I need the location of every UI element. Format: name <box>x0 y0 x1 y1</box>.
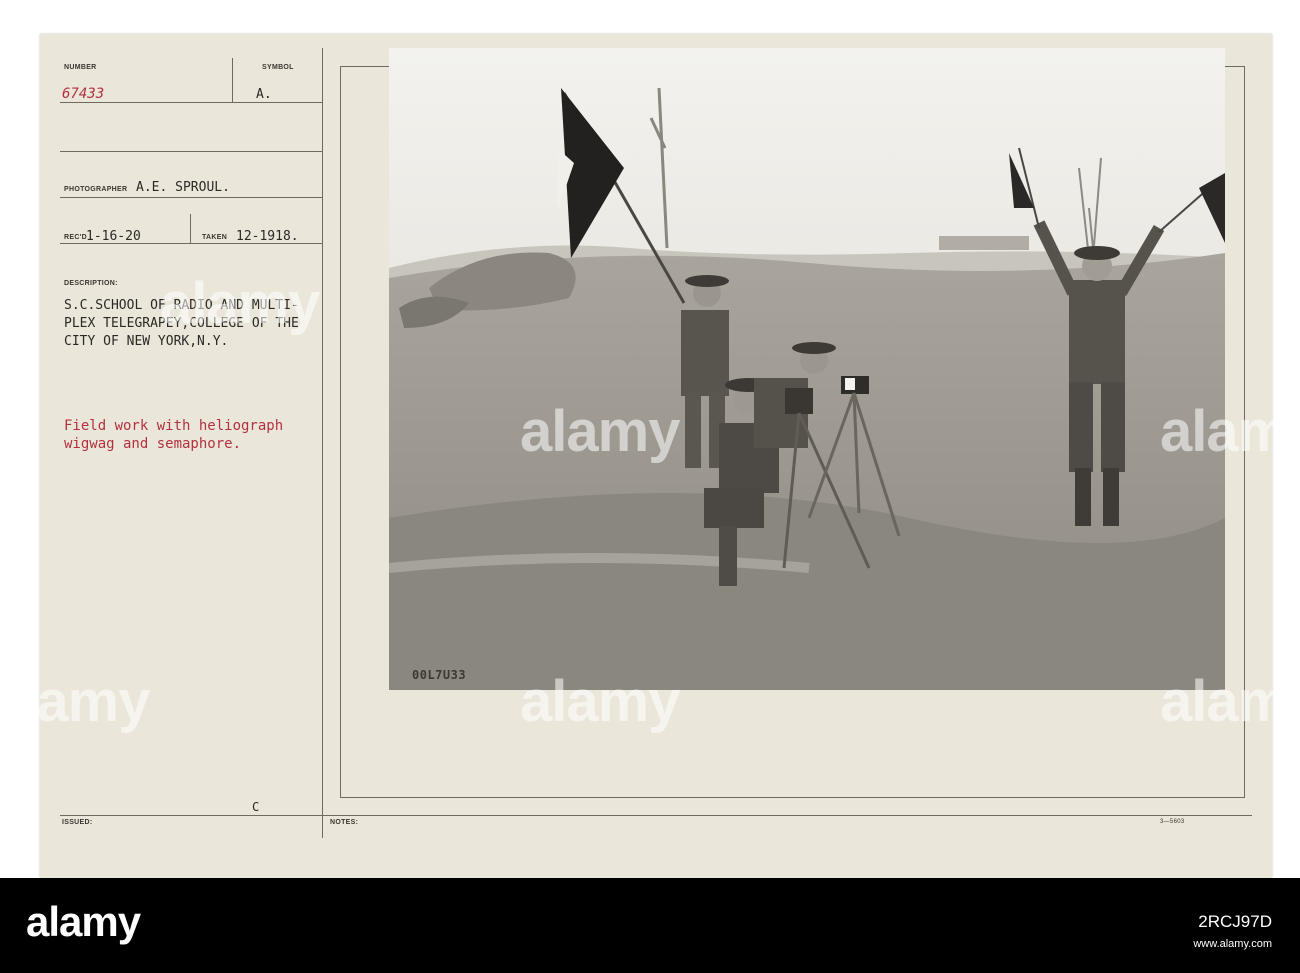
form-rule <box>340 66 390 67</box>
photographer-value: A.E. SPROUL. <box>136 180 230 195</box>
taken-value: 12-1918. <box>236 229 299 244</box>
site-url[interactable]: www.alamy.com <box>1193 938 1272 950</box>
symbol-label: SYMBOL <box>262 64 294 71</box>
form-rule <box>1224 66 1244 67</box>
caption-line: wigwag and semaphore. <box>64 436 242 452</box>
form-rule <box>340 797 1245 798</box>
recd-label: REC'D <box>64 234 87 241</box>
watermark: alamy <box>1160 669 1300 734</box>
taken-label: TAKEN <box>202 234 228 241</box>
number-value: 67433 <box>62 86 105 102</box>
form-rule <box>60 815 1252 816</box>
notes-label: NOTES: <box>330 819 359 826</box>
form-rule <box>60 197 322 198</box>
issued-label: ISSUED: <box>62 819 93 826</box>
image-id: 2RCJ97D <box>1198 912 1272 931</box>
form-rule <box>322 48 323 838</box>
form-rule <box>340 66 341 798</box>
watermark: alamy <box>1160 399 1300 464</box>
symbol-value: A. <box>256 87 272 102</box>
recd-value: 1-16-20 <box>86 229 141 244</box>
form-number: 3—5603 <box>1160 819 1185 825</box>
stock-footer: alamy 2RCJ97D www.alamy.com <box>0 878 1300 973</box>
watermark: alamy <box>520 669 680 734</box>
number-label: NUMBER <box>64 64 97 71</box>
photo-scene <box>389 48 1225 690</box>
form-rule <box>60 102 322 103</box>
form-rule <box>190 214 191 244</box>
field-photograph <box>389 48 1225 690</box>
form-rule <box>232 58 233 103</box>
caption-line: Field work with heliograph <box>64 418 284 434</box>
watermark: alamy <box>0 669 150 734</box>
alamy-logo: alamy <box>26 898 141 945</box>
form-rule <box>60 151 322 152</box>
issued-mark: C <box>252 800 260 814</box>
watermark: alamy <box>160 271 320 336</box>
watermark: alamy <box>520 399 680 464</box>
description-label: DESCRIPTION: <box>64 280 118 287</box>
photographer-label: PHOTOGRAPHER <box>64 186 128 193</box>
negative-number: 00L7U33 <box>412 668 467 682</box>
